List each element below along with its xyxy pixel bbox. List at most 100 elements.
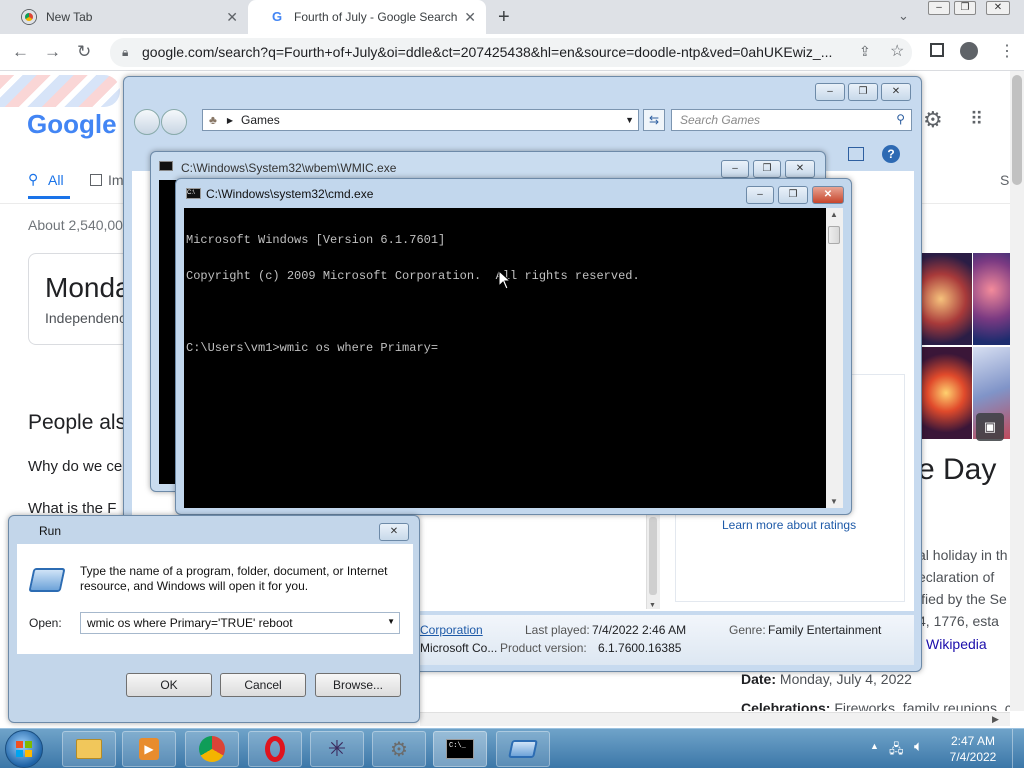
product-version-label: Product version:: [500, 641, 587, 655]
bookmark-star-icon[interactable]: ☆: [890, 41, 904, 61]
open-combobox[interactable]: wmic os where Primary='TRUE' reboot ▼: [80, 612, 400, 634]
taskbar-explorer[interactable]: [62, 731, 116, 767]
kp-text-line: ified by the Se: [918, 591, 1007, 607]
tab-search-icon[interactable]: ⌄: [898, 8, 909, 24]
scroll-down-icon[interactable]: ▼: [830, 497, 838, 506]
open-input[interactable]: wmic os where Primary='TRUE' reboot: [87, 616, 293, 630]
doodle-ribbon: [0, 75, 120, 107]
run-icon: [28, 568, 66, 592]
scroll-up-icon[interactable]: ▲: [830, 210, 838, 219]
dropdown-icon[interactable]: ▼: [387, 617, 395, 626]
taskbar-spider-app[interactable]: ✳: [310, 731, 364, 767]
tab-all-underline: [28, 196, 70, 199]
taskbar-games-explorer[interactable]: ⚙: [372, 731, 426, 767]
close-button[interactable]: ✕: [881, 83, 911, 101]
taskbar-run[interactable]: [496, 731, 550, 767]
tab-more[interactable]: S: [1000, 172, 1009, 188]
cmd-console[interactable]: Microsoft Windows [Version 6.1.7601] Cop…: [184, 208, 826, 508]
preview-pane-icon[interactable]: [848, 147, 864, 161]
close-button[interactable]: ✕: [785, 160, 815, 178]
tab-new-tab[interactable]: New Tab ✕: [0, 0, 248, 34]
new-tab-icon[interactable]: +: [498, 6, 510, 29]
refresh-button[interactable]: ⇆: [643, 109, 665, 131]
maximize-button[interactable]: ❐: [753, 160, 781, 178]
back-button[interactable]: [134, 109, 160, 135]
date-value: Monday, July 4, 2022: [779, 671, 912, 687]
ratings-link[interactable]: Learn more about ratings: [722, 518, 856, 532]
close-tab-icon[interactable]: ✕: [226, 9, 238, 26]
show-desktop-button[interactable]: [1012, 729, 1024, 768]
maximize-button[interactable]: ❐: [848, 83, 878, 101]
cmd-scrollbar[interactable]: ▲ ▼: [826, 208, 843, 508]
knowledge-panel-image[interactable]: [920, 347, 972, 439]
browser-tab-strip: New Tab ✕ G Fourth of July - Google Sear…: [0, 0, 1024, 34]
wikipedia-link[interactable]: Wikipedia: [926, 636, 987, 652]
tab-images[interactable]: Im: [108, 172, 124, 188]
help-icon[interactable]: ?: [882, 145, 900, 163]
profile-avatar[interactable]: [960, 42, 978, 60]
chrome-icon: [199, 736, 225, 762]
games-search-input[interactable]: Search Games ⚲: [671, 109, 912, 131]
games-list-scrollbar[interactable]: ▼: [646, 515, 660, 609]
taskbar-chrome[interactable]: [185, 731, 239, 767]
share-icon[interactable]: ⇪: [859, 43, 871, 60]
windows-logo-icon: [16, 741, 23, 748]
knowledge-panel-image[interactable]: [973, 253, 1010, 345]
side-panel-icon[interactable]: [930, 43, 944, 57]
holiday-card[interactable]: Monda Independenc: [28, 253, 138, 345]
volume-icon[interactable]: 🔈︎: [914, 738, 923, 755]
scroll-thumb[interactable]: [828, 226, 840, 244]
last-played-value: 7/4/2022 2:46 AM: [592, 623, 687, 637]
page-scrollbar[interactable]: [1010, 71, 1024, 711]
taskbar-media-player[interactable]: ▶: [122, 731, 176, 767]
tab-google-search[interactable]: G Fourth of July - Google Search ✕: [248, 0, 486, 34]
menu-icon[interactable]: ⋮: [999, 41, 1015, 61]
knowledge-panel-image[interactable]: [920, 253, 972, 345]
forward-icon[interactable]: →: [44, 42, 61, 62]
scroll-thumb[interactable]: [649, 517, 657, 595]
cancel-button[interactable]: Cancel: [220, 673, 306, 697]
reload-icon[interactable]: ↻: [77, 42, 91, 62]
question-item[interactable]: Why do we ce: [28, 458, 122, 475]
close-tab-icon[interactable]: ✕: [464, 9, 476, 26]
card-subtitle: Independenc: [45, 310, 126, 326]
scroll-thumb[interactable]: [1012, 75, 1022, 185]
taskbar-cmd[interactable]: C:\_: [433, 731, 487, 767]
scroll-down-icon[interactable]: ▼: [649, 602, 656, 609]
taskbar-opera[interactable]: [248, 731, 302, 767]
scroll-right-icon[interactable]: ▶: [992, 714, 999, 725]
forward-button[interactable]: [161, 109, 187, 135]
network-icon[interactable]: 🖧︎: [889, 740, 904, 762]
dropdown-icon[interactable]: ▼: [625, 115, 634, 125]
ok-button[interactable]: OK: [126, 673, 212, 697]
maximize-button[interactable]: ❐: [954, 1, 976, 15]
show-hidden-icons[interactable]: ▲: [870, 741, 879, 751]
view-images-icon[interactable]: ▣: [976, 413, 1004, 441]
clock[interactable]: 2:47 AM 7/4/2022: [938, 733, 1008, 765]
search-icon[interactable]: ⚲: [28, 171, 38, 188]
minimize-button[interactable]: –: [721, 160, 749, 178]
start-button[interactable]: [5, 730, 43, 768]
browse-button[interactable]: Browse...: [315, 673, 401, 697]
apps-grid-icon[interactable]: ⠿: [970, 109, 983, 130]
settings-gear-icon[interactable]: ⚙: [923, 107, 943, 133]
google-logo[interactable]: Google: [27, 109, 117, 140]
cmd-icon: C:\_: [446, 739, 474, 759]
minimize-button[interactable]: –: [815, 83, 845, 101]
kp-text-line: eclaration of: [918, 569, 995, 585]
minimize-button[interactable]: –: [746, 186, 774, 204]
maximize-button[interactable]: ❐: [778, 186, 808, 204]
publisher-link[interactable]: Corporation: [420, 623, 483, 637]
close-button[interactable]: ✕: [379, 523, 409, 541]
breadcrumb-games[interactable]: Games: [241, 113, 280, 127]
breadcrumb[interactable]: ♣ ▶ Games ▼: [202, 109, 639, 131]
back-icon[interactable]: ←: [12, 42, 29, 62]
close-button[interactable]: ✕: [986, 1, 1010, 15]
close-button[interactable]: ✕: [812, 186, 844, 204]
publisher-value: Microsoft Co...: [420, 641, 498, 655]
tab-all[interactable]: All: [48, 172, 64, 188]
horizontal-scrollbar[interactable]: ▶: [420, 712, 1010, 726]
address-bar[interactable]: 🔒︎ google.com/search?q=Fourth+of+July&oi…: [110, 38, 912, 67]
minimize-button[interactable]: –: [928, 1, 950, 15]
